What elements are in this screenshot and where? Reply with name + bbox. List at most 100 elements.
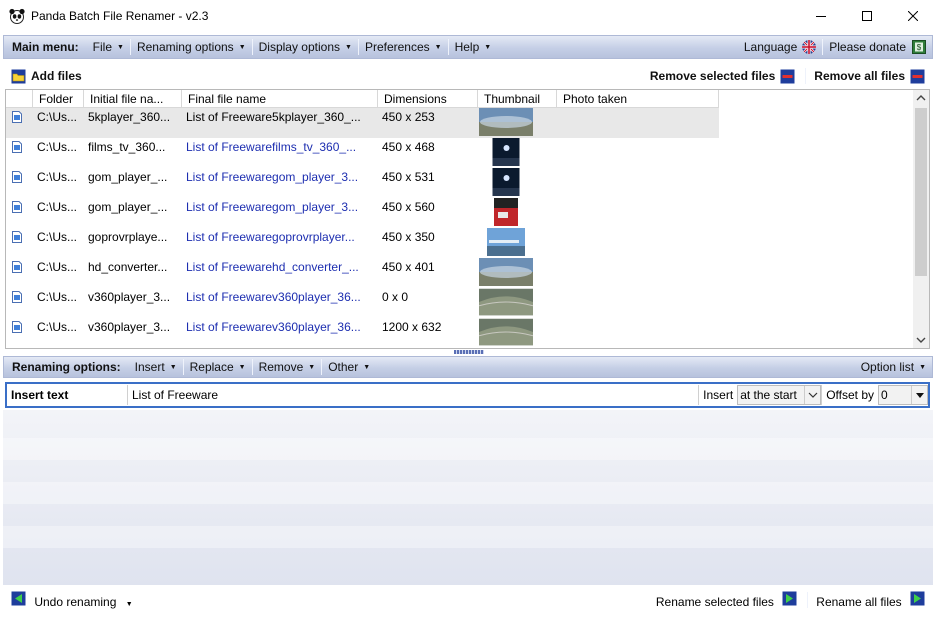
insert-position-select[interactable]: at the start — [737, 385, 822, 405]
cell-thumbnail — [478, 288, 557, 318]
insert-text-input[interactable]: List of Freeware — [127, 385, 698, 405]
cell-thumbnail — [478, 258, 557, 288]
close-icon — [908, 10, 918, 21]
cell-folder: C:\Us... — [37, 170, 78, 184]
menu-display-options[interactable]: Display options ▼ — [253, 36, 358, 58]
menu-help[interactable]: Help ▼ — [449, 36, 498, 58]
cell-thumbnail — [478, 168, 557, 198]
offset-select[interactable]: 0 — [878, 385, 928, 405]
menu-display-options-label: Display options — [258, 40, 340, 54]
files-toolbar: Add files Remove selected files Remove a… — [3, 63, 933, 89]
renaming-insert-menu[interactable]: Insert ▼ — [129, 357, 183, 377]
cell-final-name: List of Freewarev360player_36... — [186, 320, 361, 334]
renaming-replace-menu[interactable]: Replace ▼ — [184, 357, 252, 377]
header-photo-taken[interactable]: Photo taken — [557, 90, 719, 108]
cell-photo-taken — [557, 258, 719, 288]
thumbnail-image — [478, 288, 534, 316]
add-files-label: Add files — [31, 69, 82, 83]
cell-photo-taken — [557, 108, 719, 138]
insert-text-label: Insert text — [11, 388, 69, 402]
cell-thumbnail — [478, 108, 557, 138]
header-thumbnail[interactable]: Thumbnail — [478, 90, 557, 108]
header-dimensions[interactable]: Dimensions — [378, 90, 478, 108]
maximize-button[interactable] — [844, 0, 890, 31]
thumbnail-image — [479, 108, 533, 136]
scroll-down-icon[interactable] — [913, 332, 929, 348]
image-file-icon — [12, 321, 22, 333]
menu-file[interactable]: File ▼ — [87, 36, 130, 58]
cell-photo-taken — [557, 318, 719, 348]
table-row[interactable]: C:\Us... gom_player_... List of Freewarego… — [6, 198, 719, 228]
renaming-other-menu[interactable]: Other ▼ — [322, 357, 376, 377]
table-row[interactable]: C:\Us... v360player_3... List of Freewarev… — [6, 288, 719, 318]
table-row[interactable]: C:\Us... 5kplayer_360... List of Freeware5… — [6, 108, 719, 138]
row-file-icon-cell — [6, 228, 33, 258]
table-row[interactable]: C:\Us... gom_player_... List of Freewarego… — [6, 168, 719, 198]
remove-all-files-button[interactable]: Remove all files — [814, 69, 925, 84]
thumbnail-image — [478, 318, 534, 346]
remove-selected-files-button[interactable]: Remove selected files — [650, 69, 795, 84]
cell-folder: C:\Us... — [37, 260, 78, 274]
undo-renaming-button[interactable]: Undo renaming ▼ — [11, 591, 133, 609]
renaming-other-label: Other — [328, 360, 359, 374]
offset-value: 0 — [881, 388, 888, 402]
cell-thumbnail — [478, 198, 557, 228]
cell-folder: C:\Us... — [37, 110, 78, 124]
title-bar: Panda Batch File Renamer - v2.3 — [0, 0, 936, 31]
menu-file-label: File — [92, 40, 113, 54]
add-files-button[interactable]: Add files — [11, 69, 82, 84]
menu-preferences[interactable]: Preferences ▼ — [359, 36, 448, 58]
header-folder[interactable]: Folder — [33, 90, 84, 108]
cell-photo-taken — [557, 198, 719, 228]
cell-dimensions: 0 x 0 — [382, 290, 409, 304]
table-row[interactable]: C:\Us... v360player_3... List of Freewarev… — [6, 318, 719, 348]
vertical-scrollbar[interactable] — [913, 90, 929, 348]
minimize-button[interactable] — [798, 0, 844, 31]
undo-renaming-label: Undo renaming — [34, 595, 117, 609]
image-file-icon — [12, 111, 22, 123]
rename-all-files-button[interactable]: Rename all files — [816, 591, 925, 609]
cell-final-name: List of Freeware5kplayer_360_... — [186, 110, 361, 124]
rename-selected-files-button[interactable]: Rename selected files — [656, 591, 797, 609]
table-row[interactable]: C:\Us... films_tv_360... List of Freewaref… — [6, 138, 719, 168]
remove-all-files-label: Remove all files — [814, 69, 905, 83]
option-list-menu[interactable]: Option list ▼ — [855, 357, 932, 377]
caret-down-icon[interactable] — [911, 386, 927, 404]
cell-final-name: List of Freewarev360player_36... — [186, 290, 361, 304]
cell-photo-taken — [557, 228, 719, 258]
menu-renaming-options[interactable]: Renaming options ▼ — [131, 36, 252, 58]
cell-folder: C:\Us... — [37, 200, 78, 214]
scrollbar-thumb[interactable] — [915, 108, 927, 276]
remove-icon — [910, 69, 925, 83]
caret-down-icon: ▼ — [434, 43, 442, 51]
menu-renaming-options-label: Renaming options — [136, 40, 234, 54]
table-row[interactable]: C:\Us... hd_converter... List of Freewareh… — [6, 258, 719, 288]
toolbar-separator — [805, 68, 807, 84]
close-button[interactable] — [890, 0, 936, 31]
maximize-icon — [862, 10, 872, 21]
arrow-right-icon — [910, 591, 925, 606]
options-workspace — [3, 410, 933, 585]
renaming-remove-menu[interactable]: Remove ▼ — [253, 357, 322, 377]
panel-splitter-handle[interactable] — [454, 350, 484, 354]
cell-thumbnail — [478, 138, 557, 168]
donate-button[interactable]: Please donate $ — [823, 36, 932, 58]
scroll-up-icon[interactable] — [913, 90, 929, 106]
workspace-band — [3, 482, 933, 504]
caret-down-icon: ▼ — [345, 43, 352, 51]
header-final-file-name[interactable]: Final file name — [182, 90, 378, 108]
cell-photo-taken — [557, 288, 719, 318]
header-initial-file-name[interactable]: Initial file na... — [84, 90, 182, 108]
cell-initial-name: gom_player_... — [88, 170, 168, 184]
thumbnail-image — [492, 138, 520, 166]
uk-flag-icon — [802, 40, 817, 54]
main-menu-bar: Main menu: File ▼ Renaming options ▼ Displ… — [3, 35, 933, 59]
language-button[interactable]: Language — [738, 36, 822, 58]
table-row[interactable]: C:\Us... goprovrplaye... List of Freewareg… — [6, 228, 719, 258]
arrow-left-icon — [11, 591, 26, 606]
file-list-grid[interactable]: Folder Initial file na... Final file nam… — [5, 89, 930, 349]
chevron-down-icon[interactable] — [804, 386, 820, 404]
arrow-right-icon — [782, 591, 797, 606]
remove-selected-files-label: Remove selected files — [649, 69, 776, 83]
window-controls — [798, 0, 936, 31]
